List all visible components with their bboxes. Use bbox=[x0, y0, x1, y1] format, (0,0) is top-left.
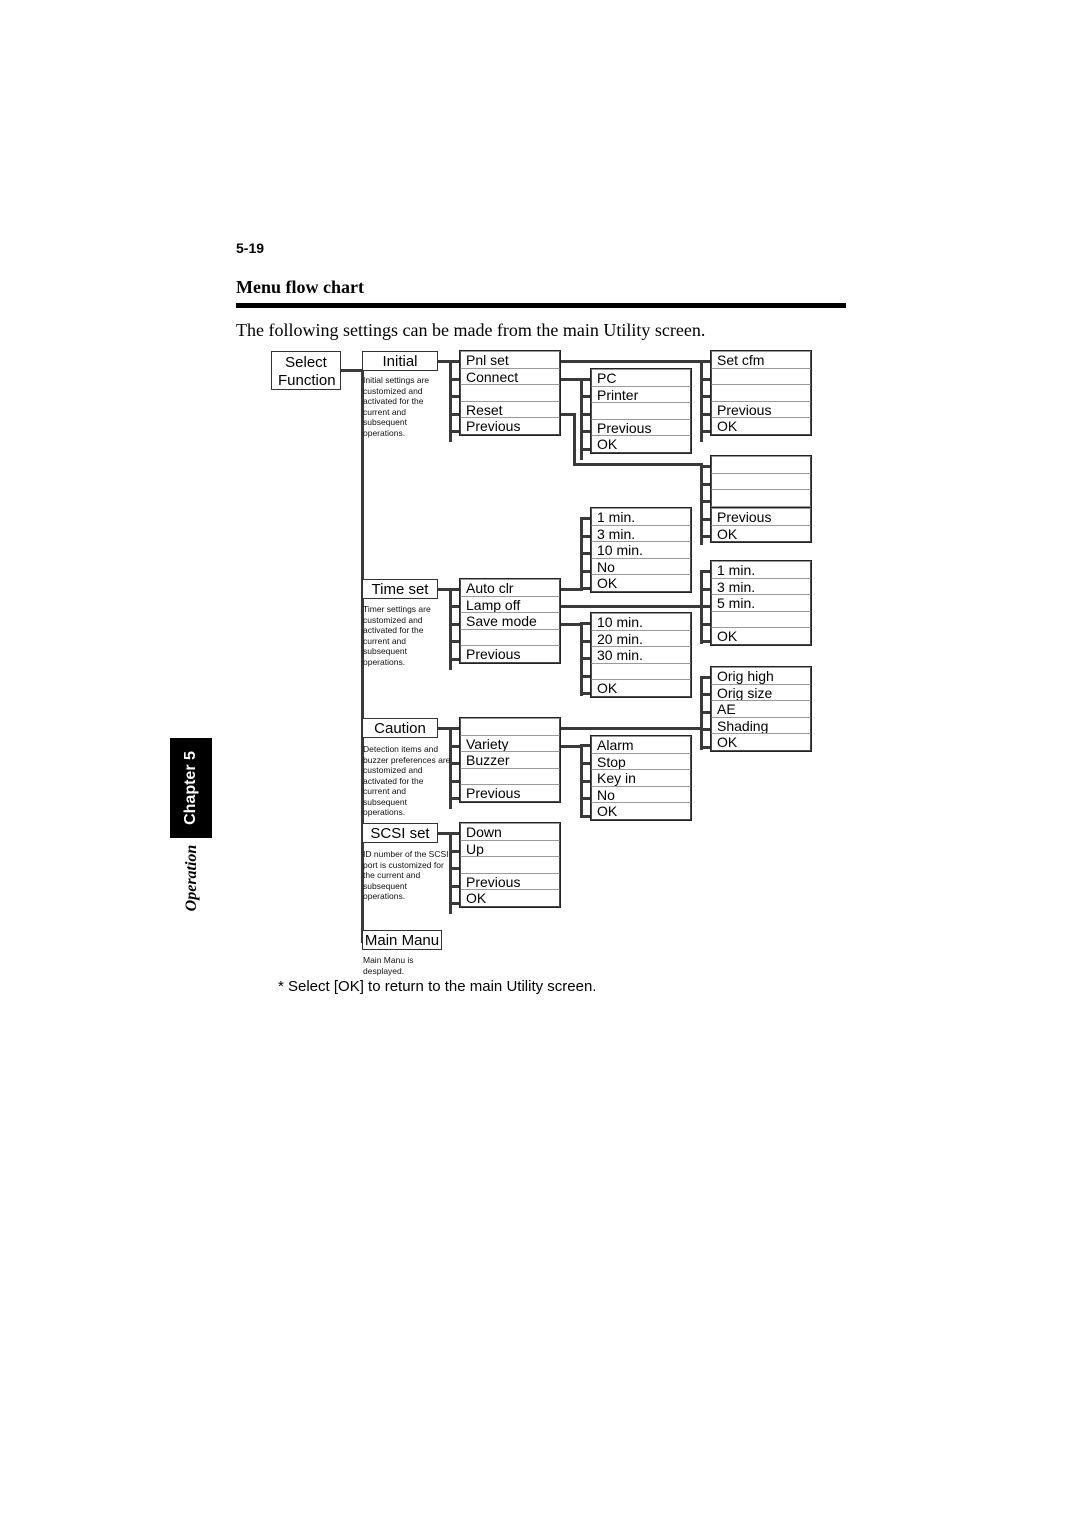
menu-column-auto-clr-item[interactable]: 1 min. bbox=[591, 508, 691, 526]
menu-column-variety-item[interactable]: Stop bbox=[591, 752, 691, 771]
menu-column-connect-item[interactable]: PC bbox=[591, 369, 691, 387]
menu-column-time-set: Auto clr Lamp off Save mode Previous bbox=[460, 579, 560, 663]
caption-main-manu: Main Manu is desplayed. bbox=[363, 955, 414, 976]
menu-column-connect-item[interactable]: OK bbox=[591, 435, 691, 453]
menu-column-set-cfm-item bbox=[711, 384, 811, 402]
menu-column-caution-item[interactable]: Buzzer bbox=[460, 751, 560, 769]
menu-column-lamp-off-item[interactable]: OK bbox=[711, 627, 811, 645]
menu-column-connect-item bbox=[591, 402, 691, 420]
menu-column-auto-clr-item[interactable]: 10 min. bbox=[591, 541, 691, 559]
menu-column-initial-item[interactable]: Reset bbox=[460, 400, 560, 419]
node-scsi-set[interactable]: SCSI set bbox=[362, 823, 438, 843]
connector bbox=[573, 463, 700, 466]
menu-flow-chart: Select Function Initial Initial settings… bbox=[0, 0, 1080, 1528]
menu-column-scsi: Down Up Previous OK bbox=[460, 823, 560, 907]
menu-column-scsi-item[interactable]: Down bbox=[460, 823, 560, 841]
menu-column-pnl-set-item bbox=[711, 456, 811, 474]
menu-column-lamp-off-item[interactable]: 3 min. bbox=[711, 577, 811, 596]
menu-column-connect-item[interactable]: Printer bbox=[591, 385, 691, 404]
node-time-set[interactable]: Time set bbox=[362, 579, 438, 599]
menu-column-initial-item[interactable]: Previous bbox=[460, 417, 560, 435]
menu-column-caution-item bbox=[460, 718, 560, 736]
menu-column-scsi-item[interactable]: Previous bbox=[460, 872, 560, 891]
menu-column-auto-clr-previous-item[interactable]: OK bbox=[711, 524, 811, 543]
menu-column-auto-clr: 1 min. 3 min. 10 min. No OK bbox=[591, 508, 691, 592]
menu-column-scsi-item bbox=[460, 856, 560, 874]
menu-column-orig: Orig high Orig size AE Shading OK bbox=[711, 667, 811, 751]
caption-initial: Initial settings are customized and acti… bbox=[363, 375, 430, 438]
menu-column-orig-item[interactable]: Shading bbox=[711, 716, 811, 735]
menu-column-save-mode-item[interactable]: 20 min. bbox=[591, 629, 691, 648]
menu-column-save-mode: 10 min. 20 min. 30 min. OK bbox=[591, 613, 691, 697]
node-select-function[interactable]: Select Function bbox=[271, 351, 341, 390]
menu-column-lamp-off-item[interactable]: 5 min. bbox=[711, 594, 811, 612]
menu-column-scsi-item[interactable]: OK bbox=[460, 889, 560, 907]
menu-column-caution-item[interactable]: Variety bbox=[460, 734, 560, 753]
caption-caution: Detection items and buzzer preferences a… bbox=[363, 744, 451, 817]
connector bbox=[560, 605, 700, 608]
menu-column-save-mode-item[interactable]: 10 min. bbox=[591, 613, 691, 631]
menu-column-auto-clr-item[interactable]: 3 min. bbox=[591, 524, 691, 543]
menu-column-auto-clr-previous: Previous OK bbox=[711, 508, 811, 543]
menu-column-initial-item[interactable]: Connect bbox=[460, 367, 560, 386]
menu-column-connect: PC Printer Previous OK bbox=[591, 369, 691, 453]
menu-column-variety-item[interactable]: Alarm bbox=[591, 736, 691, 754]
menu-column-initial-item[interactable]: Pnl set bbox=[460, 351, 560, 369]
menu-column-caution: Variety Buzzer Previous bbox=[460, 718, 560, 802]
menu-column-connect-item[interactable]: Previous bbox=[591, 418, 691, 437]
connector bbox=[573, 413, 576, 465]
menu-column-variety-item[interactable]: OK bbox=[591, 802, 691, 820]
menu-column-time-set-item bbox=[460, 628, 560, 647]
menu-column-save-mode-item bbox=[591, 662, 691, 681]
connector bbox=[560, 378, 580, 381]
menu-column-caution-item bbox=[460, 767, 560, 786]
menu-column-set-cfm: Set cfm Previous OK bbox=[711, 351, 811, 435]
menu-column-orig-item[interactable]: Orig high bbox=[711, 667, 811, 685]
menu-column-time-set-item[interactable]: Save mode bbox=[460, 612, 560, 630]
menu-column-set-cfm-item[interactable]: Set cfm bbox=[711, 351, 811, 369]
connector bbox=[560, 623, 580, 626]
menu-column-orig-item[interactable]: Orig size bbox=[711, 683, 811, 702]
menu-column-auto-clr-previous-item[interactable]: Previous bbox=[711, 508, 811, 526]
node-select-function-line1: Select bbox=[285, 354, 327, 371]
menu-column-lamp-off-item[interactable]: 1 min. bbox=[711, 561, 811, 579]
menu-column-orig-item[interactable]: AE bbox=[711, 700, 811, 718]
caption-time-set: Timer settings are customized and activa… bbox=[363, 604, 431, 667]
node-main-manu[interactable]: Main Manu bbox=[362, 930, 442, 950]
node-initial[interactable]: Initial bbox=[362, 351, 438, 371]
menu-column-time-set-item[interactable]: Lamp off bbox=[460, 595, 560, 614]
caption-scsi-set: ID number of the SCSI port is customized… bbox=[363, 849, 449, 901]
connector bbox=[560, 745, 580, 748]
connector bbox=[560, 588, 580, 591]
menu-column-save-mode-item[interactable]: 30 min. bbox=[591, 646, 691, 664]
menu-column-auto-clr-item[interactable]: No bbox=[591, 557, 691, 576]
menu-column-time-set-item[interactable]: Previous bbox=[460, 645, 560, 663]
menu-column-save-mode-item[interactable]: OK bbox=[591, 679, 691, 697]
menu-column-orig-item[interactable]: OK bbox=[711, 733, 811, 751]
connector bbox=[560, 360, 700, 363]
connector bbox=[560, 727, 700, 730]
menu-column-time-set-item[interactable]: Auto clr bbox=[460, 579, 560, 597]
node-select-function-line2: Function bbox=[278, 372, 336, 389]
menu-column-set-cfm-item[interactable]: OK bbox=[711, 417, 811, 435]
node-caution[interactable]: Caution bbox=[362, 718, 438, 738]
menu-column-variety-item[interactable]: Key in bbox=[591, 769, 691, 787]
menu-column-initial: Pnl set Connect Reset Previous bbox=[460, 351, 560, 435]
menu-column-variety-item[interactable]: No bbox=[591, 785, 691, 804]
menu-column-scsi-item[interactable]: Up bbox=[460, 839, 560, 858]
menu-column-initial-item bbox=[460, 384, 560, 402]
menu-column-set-cfm-item bbox=[711, 367, 811, 386]
connector bbox=[700, 463, 703, 545]
menu-column-pnl-set-item bbox=[711, 489, 811, 507]
menu-column-variety: Alarm Stop Key in No OK bbox=[591, 736, 691, 820]
menu-column-caution-item[interactable]: Previous bbox=[460, 784, 560, 802]
menu-column-set-cfm-item[interactable]: Previous bbox=[711, 400, 811, 419]
menu-column-lamp-off: 1 min. 3 min. 5 min. OK bbox=[711, 561, 811, 645]
menu-column-auto-clr-item[interactable]: OK bbox=[591, 574, 691, 592]
menu-column-lamp-off-item bbox=[711, 610, 811, 629]
menu-column-pnl-set-item bbox=[711, 472, 811, 491]
